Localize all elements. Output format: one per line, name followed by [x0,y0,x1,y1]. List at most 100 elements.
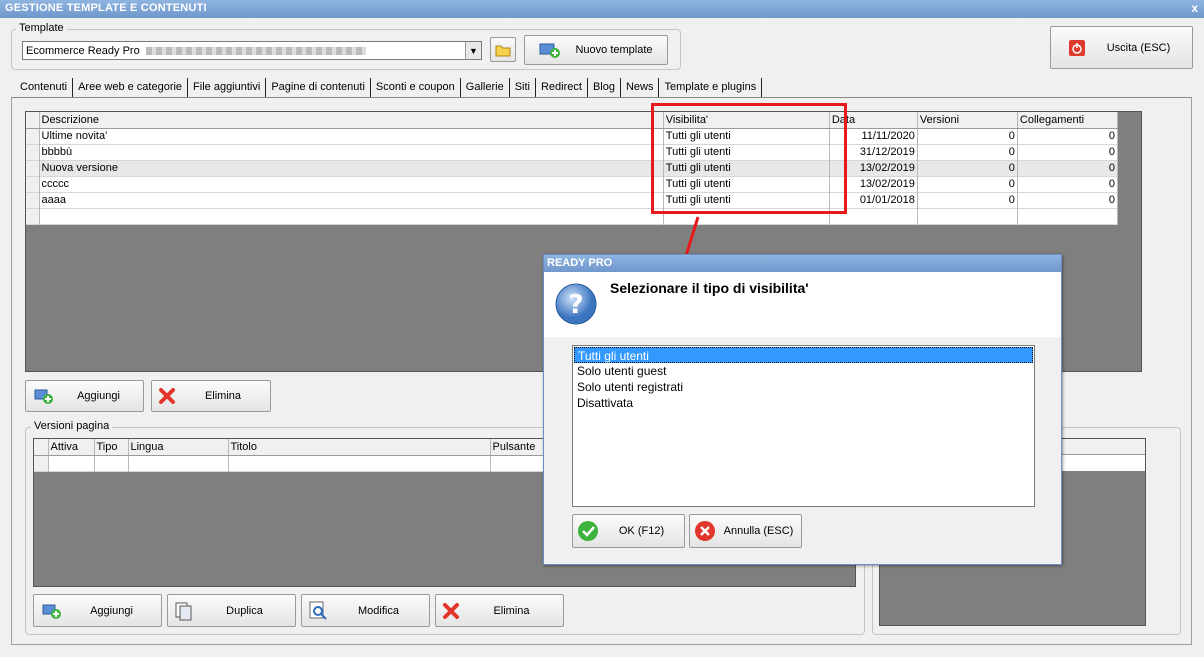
table-row[interactable]: aaaa Tutti gli utenti 01/01/2018 0 0 [26,192,1119,208]
blog-add-label: Aggiungi [77,390,120,402]
tab-bar: Contenuti Aree web e categorie File aggi… [15,78,763,97]
power-icon [1069,39,1085,56]
cell-descrizione[interactable]: ccccc [39,176,664,192]
cell-collegamenti[interactable]: 0 [1017,160,1119,176]
tab-contenuti[interactable]: Contenuti [15,78,74,97]
tab-blog[interactable]: Blog [587,78,621,97]
tab-sconti[interactable]: Sconti e coupon [371,78,461,97]
versions-table: Attiva Tipo Lingua Titolo Pulsante [34,439,554,472]
template-url-blurred [145,46,366,55]
cancel-icon [695,521,715,541]
list-item[interactable]: Solo utenti registrati [574,379,1033,395]
cell-versioni[interactable]: 0 [917,160,1018,176]
tab-pagine[interactable]: Pagine di contenuti [266,78,371,97]
exit-button[interactable]: Uscita (ESC) [1050,26,1193,69]
col-lingua[interactable]: Lingua [128,439,229,456]
col-descrizione[interactable]: Descrizione [39,112,664,129]
cell-collegamenti[interactable]: 0 [1017,128,1119,144]
row-indicator [26,160,40,176]
add-icon [34,389,53,404]
col-tipo[interactable]: Tipo [94,439,129,456]
row-indicator [26,192,40,208]
col-titolo[interactable]: Titolo [228,439,491,456]
tab-news[interactable]: News [621,78,660,97]
col-versioni[interactable]: Versioni [917,112,1018,129]
cancel-button[interactable]: Annulla (ESC) [689,514,802,548]
check-icon [578,521,598,541]
template-label: Template [16,22,67,34]
list-item[interactable]: Tutti gli utenti [574,347,1033,363]
table-row[interactable]: bbbbù Tutti gli utenti 31/12/2019 0 0 [26,144,1119,160]
cell-descrizione[interactable]: Nuova versione [39,160,664,176]
cell-versioni[interactable]: 0 [917,192,1018,208]
cell-collegamenti[interactable]: 0 [1017,176,1119,192]
cell-collegamenti[interactable]: 0 [1017,144,1119,160]
add-icon [42,604,61,619]
folder-icon [495,45,511,56]
versions-legend: Versioni pagina [31,420,113,432]
close-icon[interactable]: x [1191,1,1198,15]
edit-button[interactable]: Modifica [301,594,430,627]
tab-template-plugins[interactable]: Template e plugins [659,78,763,97]
question-icon: ? [555,283,597,325]
tab-siti[interactable]: Siti [510,78,536,97]
col-attiva[interactable]: Attiva [48,439,95,456]
row-indicator [26,128,40,144]
open-folder-button[interactable] [490,37,516,62]
delete-icon [443,602,459,619]
cell-collegamenti[interactable]: 0 [1017,192,1119,208]
cell-versioni[interactable]: 0 [917,144,1018,160]
row-indicator [26,144,40,160]
add-window-icon [539,43,560,58]
cell-descrizione[interactable]: bbbbù [39,144,664,160]
tab-aree-web[interactable]: Aree web e categorie [73,78,189,97]
duplicate-label: Duplica [226,604,263,617]
tab-gallerie[interactable]: Gallerie [461,78,510,97]
table-row[interactable]: Ultime novita' Tutti gli utenti 11/11/2020… [26,128,1119,144]
cell-descrizione[interactable]: aaaa [39,192,664,208]
duplicate-icon [175,602,192,620]
versions-delete-label: Elimina [493,604,530,617]
window-titlebar: GESTIONE TEMPLATE E CONTENUTI [0,0,1204,18]
row-indicator-header [26,112,40,129]
blog-delete-button[interactable]: Elimina [151,380,271,412]
cell-descrizione[interactable]: Ultime novita' [39,128,664,144]
cancel-label: Annulla (ESC) [723,525,794,537]
dialog-header: ? Selezionare il tipo di visibilita' [544,272,1061,337]
blog-delete-label: Elimina [204,390,242,402]
visibility-dialog: READY PRO ? Selezionare il tipo di visib… [543,254,1062,565]
visibility-list[interactable]: Tutti gli utenti Solo utenti guest Solo … [572,345,1035,507]
exit-label: Uscita (ESC) [1106,41,1171,54]
dialog-title: READY PRO [544,255,1061,272]
tab-file-aggiuntivi[interactable]: File aggiuntivi [188,78,267,97]
list-item[interactable]: Disattivata [574,395,1033,411]
table-row-empty[interactable] [26,208,1119,224]
template-combo[interactable]: Ecommerce Ready Pro ▼ [22,41,482,60]
row-indicator [26,176,40,192]
ok-label: OK (F12) [618,525,665,537]
dialog-message: Selezionare il tipo di visibilita' [610,280,809,296]
template-value: Ecommerce Ready Pro [26,44,140,57]
chevron-down-icon[interactable]: ▼ [465,42,481,59]
edit-label: Modifica [358,604,399,617]
list-item[interactable]: Solo utenti guest [574,363,1033,379]
tab-redirect[interactable]: Redirect [536,78,588,97]
highlight-rectangle [651,103,847,214]
magnifier-icon [309,601,327,620]
cell-versioni[interactable]: 0 [917,128,1018,144]
versions-add-button[interactable]: Aggiungi [33,594,162,627]
table-row-empty[interactable] [34,455,554,471]
cell-versioni[interactable]: 0 [917,176,1018,192]
col-collegamenti[interactable]: Collegamenti [1017,112,1119,129]
versions-delete-button[interactable]: Elimina [435,594,564,627]
new-template-label: Nuovo template [575,44,653,56]
table-row[interactable]: ccccc Tutti gli utenti 13/02/2019 0 0 [26,176,1119,192]
delete-icon [159,388,175,404]
svg-text:?: ? [568,290,583,320]
duplicate-button[interactable]: Duplica [167,594,296,627]
blog-add-button[interactable]: Aggiungi [25,380,144,412]
new-template-button[interactable]: Nuovo template [524,35,668,65]
blog-table: Descrizione Visibilita' Data Versioni Co… [26,112,1119,225]
ok-button[interactable]: OK (F12) [572,514,685,548]
table-row[interactable]: Nuova versione Tutti gli utenti 13/02/2019… [26,160,1119,176]
